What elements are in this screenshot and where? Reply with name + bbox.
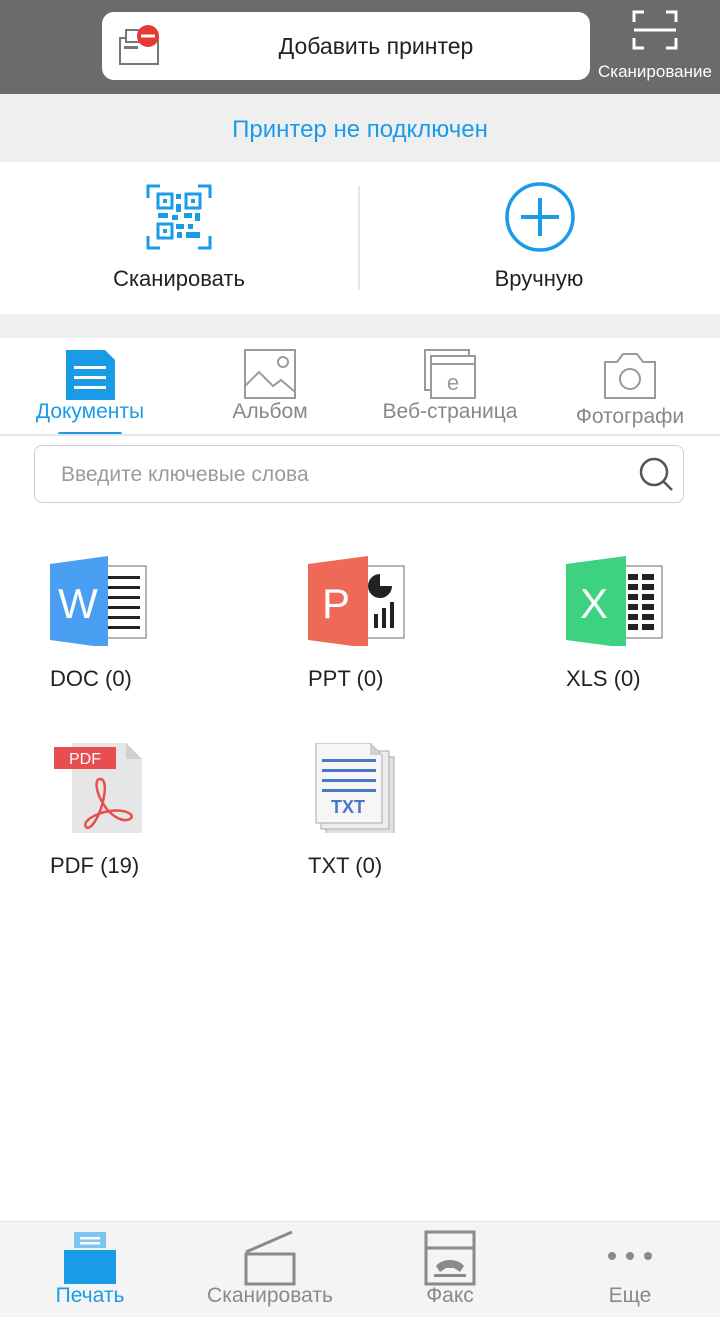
nav-scan-label: Сканировать (207, 1284, 333, 1307)
pdf-badge-text: PDF (69, 751, 101, 768)
add-circle-icon (505, 182, 575, 252)
nav-more[interactable]: Еще (540, 1222, 720, 1318)
pdf-count-label: PDF (19) (50, 853, 140, 878)
doc-count-label: DOC (0) (50, 666, 132, 691)
svg-text:e: e (447, 370, 459, 395)
connect-options: Сканировать Вручную (0, 162, 720, 314)
file-type-xls[interactable]: X XLS (0) (566, 556, 720, 716)
scan-qr-label: Сканировать (113, 266, 245, 291)
image-icon (244, 349, 296, 399)
printer-disconnected-icon (119, 25, 159, 65)
fax-icon (424, 1230, 476, 1286)
search-icon[interactable] (637, 455, 675, 493)
tab-album[interactable]: Альбом (180, 338, 360, 436)
txt-badge-text: TXT (331, 797, 365, 817)
manual-add-option[interactable]: Вручную (360, 162, 718, 314)
qr-code-icon (146, 184, 212, 250)
add-printer-button[interactable]: Добавить принтер (102, 12, 590, 80)
nav-print[interactable]: Печать (0, 1222, 180, 1318)
scanner-icon (244, 1230, 296, 1286)
txt-count-label: TXT (0) (308, 853, 383, 878)
tab-album-label: Альбом (232, 400, 308, 423)
svg-text:X: X (580, 580, 608, 627)
tab-documents[interactable]: Документы (0, 338, 180, 436)
ppt-count-label: PPT (0) (308, 666, 384, 691)
scan-frame-icon (632, 10, 678, 50)
pdf-icon: PDF (54, 743, 142, 833)
more-icon (608, 1252, 652, 1260)
file-type-ppt[interactable]: P PPT (0) (308, 556, 508, 716)
scan-qr-option[interactable]: Сканировать (0, 162, 358, 314)
print-icon (64, 1232, 116, 1284)
svg-text:W: W (58, 580, 98, 627)
xls-count-label: XLS (0) (566, 666, 641, 691)
tabs-divider (0, 434, 720, 436)
powerpoint-icon: P (308, 556, 405, 646)
nav-more-label: Еще (608, 1284, 652, 1307)
tab-photos[interactable]: Фотографи (540, 338, 720, 436)
svg-text:P: P (322, 580, 350, 627)
section-gap (0, 314, 720, 338)
tab-photos-label: Фотографи (575, 405, 685, 428)
search-box (34, 445, 684, 503)
nav-scan[interactable]: Сканировать (180, 1222, 360, 1318)
scan-top-button[interactable]: Сканирование (590, 0, 720, 94)
nav-fax-label: Факс (426, 1284, 474, 1307)
tab-webpage[interactable]: e Веб-страница (360, 338, 540, 436)
camera-icon (604, 353, 656, 399)
file-type-txt[interactable]: TXT TXT (0) (308, 743, 508, 903)
content-tabs: Документы Альбом e Веб-страница Фотограф… (0, 338, 720, 436)
nav-fax[interactable]: Факс (360, 1222, 540, 1318)
excel-icon: X (566, 556, 663, 646)
printer-status: Принтер не подключен (0, 94, 720, 162)
bottom-nav: Печать Сканировать Факс Еще (0, 1221, 720, 1317)
search-input[interactable] (59, 446, 623, 503)
add-printer-label: Добавить принтер (278, 33, 474, 59)
document-icon (66, 350, 115, 400)
nav-print-label: Печать (55, 1284, 125, 1307)
webpage-icon: e (424, 349, 476, 399)
file-type-doc[interactable]: W DOC (0) (50, 556, 250, 716)
word-icon: W (50, 556, 147, 646)
tab-documents-label: Документы (35, 400, 145, 423)
tab-webpage-label: Веб-страница (382, 400, 518, 423)
top-bar: Добавить принтер Сканирование (0, 0, 720, 94)
manual-add-label: Вручную (494, 266, 584, 291)
scan-top-label: Сканирование (598, 62, 712, 81)
file-type-pdf[interactable]: PDF PDF (19) (50, 743, 250, 903)
txt-icon: TXT (315, 743, 395, 833)
